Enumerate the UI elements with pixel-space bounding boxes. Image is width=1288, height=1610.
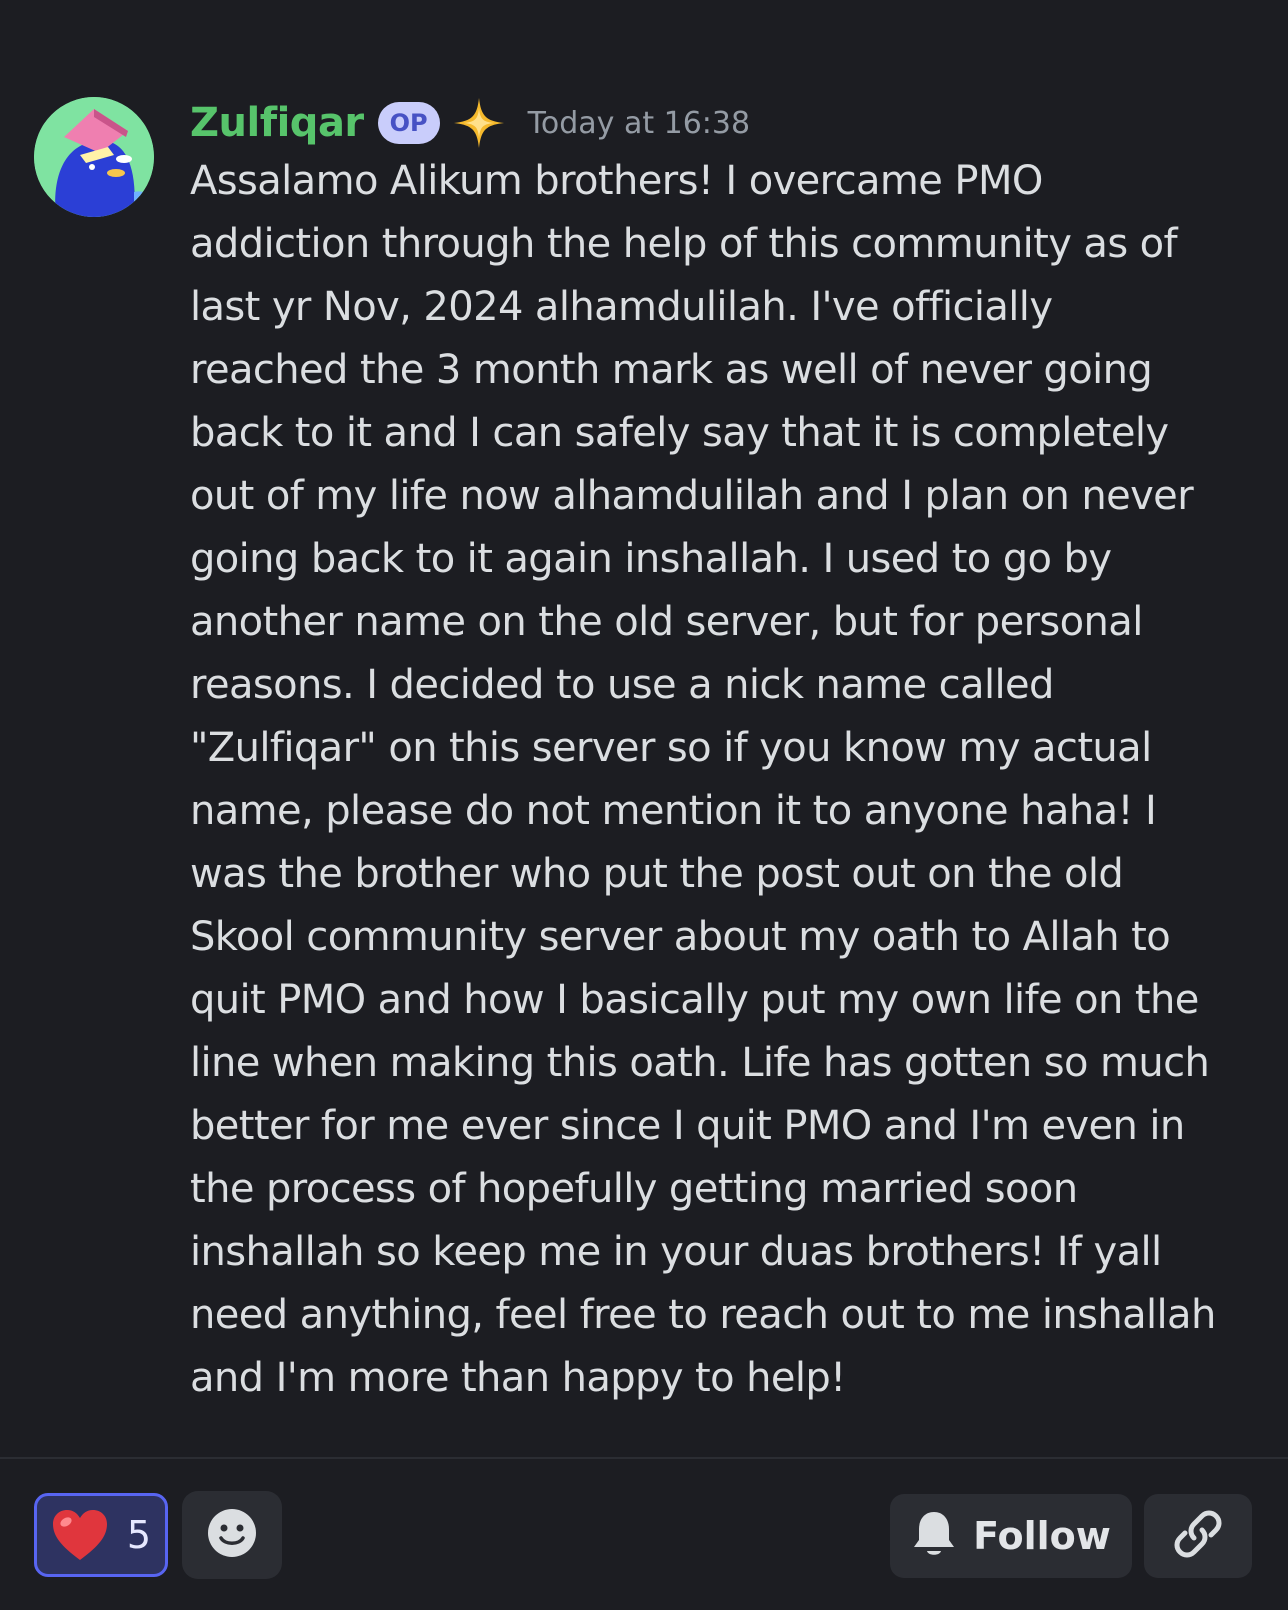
message-header: Zulfiqar OP Today at 16:38: [190, 92, 750, 154]
message-line: out of my life now alhamdulilah and I pl…: [190, 473, 1194, 519]
message-line: Skool community server about my oath to …: [190, 914, 1171, 960]
sparkle-icon: [452, 96, 506, 150]
heart-reaction-button[interactable]: 5: [34, 1493, 168, 1577]
message-line: back to it and I can safely say that it …: [190, 410, 1169, 456]
message-line: better for me ever since I quit PMO and …: [190, 1103, 1185, 1149]
message-line: another name on the old server, but for …: [190, 599, 1143, 645]
message-line: the process of hopefully getting married…: [190, 1166, 1078, 1212]
message-line: was the brother who put the post out on …: [190, 851, 1124, 897]
message-content: Assalamo Alikum brothers! I overcame PMO…: [190, 150, 1270, 1410]
bell-icon: [911, 1509, 957, 1563]
message-line: name, please do not mention it to anyone…: [190, 788, 1157, 834]
author-name[interactable]: Zulfiqar: [190, 100, 364, 146]
message-line: "Zulfiqar" on this server so if you know…: [190, 725, 1152, 771]
message-line: and I'm more than happy to help!: [190, 1355, 846, 1401]
message-line: inshallah so keep me in your duas brothe…: [190, 1229, 1162, 1275]
message-line: reasons. I decided to use a nick name ca…: [190, 662, 1054, 708]
message-line: quit PMO and how I basically put my own …: [190, 977, 1199, 1023]
smiley-icon: [206, 1507, 258, 1563]
copy-link-button[interactable]: [1144, 1494, 1252, 1578]
timestamp: Today at 16:38: [527, 105, 751, 141]
follow-button[interactable]: Follow: [890, 1494, 1132, 1578]
message-line: addiction through the help of this commu…: [190, 221, 1178, 267]
reaction-count: 5: [126, 1513, 152, 1557]
message-line: reached the 3 month mark as well of neve…: [190, 347, 1153, 393]
link-icon: [1173, 1509, 1223, 1563]
message-line: Assalamo Alikum brothers! I overcame PMO: [190, 158, 1043, 204]
red-heart-icon: [51, 1508, 109, 1562]
op-badge: OP: [377, 102, 440, 144]
avatar[interactable]: [34, 97, 154, 217]
follow-label: Follow: [973, 1514, 1111, 1558]
message-line: line when making this oath. Life has got…: [190, 1040, 1210, 1086]
add-reaction-button[interactable]: [182, 1491, 282, 1579]
message-line: last yr Nov, 2024 alhamdulilah. I've off…: [190, 284, 1053, 330]
reaction-bar: 5: [34, 1491, 282, 1579]
divider: [0, 1457, 1288, 1459]
message-line: going back to it again inshallah. I used…: [190, 536, 1112, 582]
message-line: need anything, feel free to reach out to…: [190, 1292, 1216, 1338]
